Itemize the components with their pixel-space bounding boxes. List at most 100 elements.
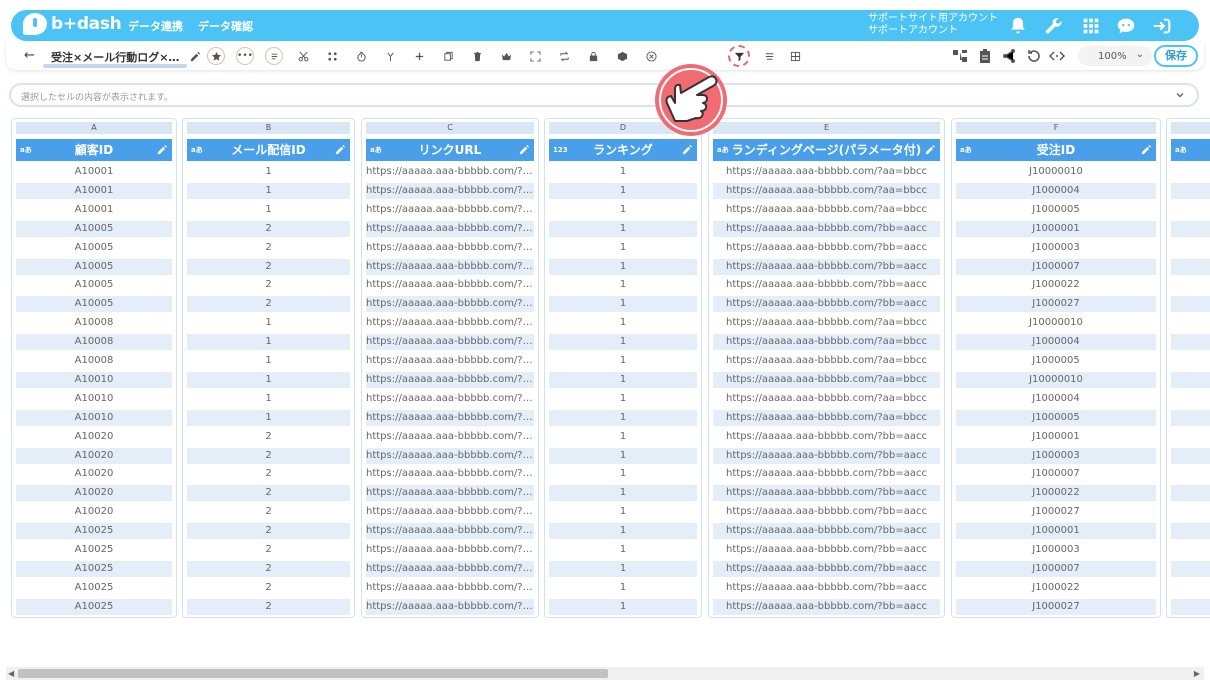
- pencil-icon[interactable]: [682, 144, 693, 155]
- cell-content-bar[interactable]: 選択したセルの内容が表示されます。: [9, 83, 1199, 107]
- bell-icon[interactable]: [1007, 15, 1029, 37]
- table-cell[interactable]: [1171, 296, 1210, 313]
- account-info[interactable]: サポートサイト用アカウント サポートアカウント: [868, 13, 998, 37]
- table-cell[interactable]: A10008: [16, 315, 172, 331]
- table-cell[interactable]: https://aaaaa.aaa-bbbbb.com/?bb=aacc: [713, 240, 940, 256]
- table-cell[interactable]: [1171, 598, 1210, 615]
- table-cell[interactable]: [1171, 504, 1210, 520]
- pencil-icon[interactable]: [157, 144, 168, 155]
- table-cell[interactable]: 2: [187, 296, 350, 313]
- table-cell[interactable]: J1000007: [956, 560, 1156, 577]
- table-cell[interactable]: https://aaaaa.aaa-bbbbb.com/?bb=aacc: [713, 560, 940, 577]
- scrollbar-thumb[interactable]: [18, 669, 608, 678]
- table-cell[interactable]: 1: [549, 258, 697, 275]
- table-cell[interactable]: https://aaaaa.aaa-bbbbb.com/?bb...: [366, 542, 534, 558]
- expand-button[interactable]: [526, 47, 544, 65]
- table-cell[interactable]: 1: [549, 542, 697, 558]
- table-cell[interactable]: A10001: [16, 182, 172, 199]
- table-cell[interactable]: A10008: [16, 334, 172, 351]
- table-cell[interactable]: https://aaaaa.aaa-bbbbb.com/?aa=bbcc: [713, 371, 940, 388]
- share-icon[interactable]: [1001, 48, 1017, 64]
- table-cell[interactable]: A10005: [16, 258, 172, 275]
- table-cell[interactable]: https://aaaaa.aaa-bbbbb.com/?aa...: [366, 202, 534, 218]
- app-logo[interactable]: b+dash: [23, 13, 122, 35]
- table-cell[interactable]: 1: [187, 371, 350, 388]
- table-cell[interactable]: A10020: [16, 466, 172, 482]
- clipboard-icon[interactable]: [977, 48, 993, 64]
- table-cell[interactable]: [1171, 258, 1210, 275]
- table-cell[interactable]: A10025: [16, 523, 172, 540]
- table-cell[interactable]: J10000010: [956, 164, 1156, 180]
- table-cell[interactable]: 2: [187, 580, 350, 596]
- chevron-down-icon[interactable]: [1173, 88, 1187, 102]
- column-letter[interactable]: B: [187, 122, 350, 134]
- table-cell[interactable]: A10020: [16, 504, 172, 520]
- table-cell[interactable]: J1000004: [956, 391, 1156, 407]
- table-cell[interactable]: 1: [549, 429, 697, 445]
- table-cell[interactable]: 1: [187, 315, 350, 331]
- table-cell[interactable]: [1171, 447, 1210, 464]
- table-cell[interactable]: [1171, 334, 1210, 351]
- table-cell[interactable]: J10000010: [956, 371, 1156, 388]
- table-cell[interactable]: [1171, 240, 1210, 256]
- crown-button[interactable]: [497, 47, 515, 65]
- table-cell[interactable]: https://aaaaa.aaa-bbbbb.com/?bb...: [366, 485, 534, 502]
- table-cell[interactable]: https://aaaaa.aaa-bbbbb.com/?aa...: [366, 164, 534, 180]
- table-cell[interactable]: J1000005: [956, 353, 1156, 369]
- table-cell[interactable]: https://aaaaa.aaa-bbbbb.com/?bb=aacc: [713, 485, 940, 502]
- table-cell[interactable]: J1000027: [956, 296, 1156, 313]
- table-cell[interactable]: 2: [187, 542, 350, 558]
- table-cell[interactable]: J1000001: [956, 220, 1156, 237]
- table-cell[interactable]: [1171, 353, 1210, 369]
- list-button[interactable]: [265, 47, 283, 65]
- table-cell[interactable]: https://aaaaa.aaa-bbbbb.com/?bb=aacc: [713, 504, 940, 520]
- table-cell[interactable]: [1171, 315, 1210, 331]
- table-cell[interactable]: 1: [549, 447, 697, 464]
- table-cell[interactable]: https://aaaaa.aaa-bbbbb.com/?bb=aacc: [713, 277, 940, 293]
- table-cell[interactable]: https://aaaaa.aaa-bbbbb.com/?bb=aacc: [713, 429, 940, 445]
- table-cell[interactable]: https://aaaaa.aaa-bbbbb.com/?bb=aacc: [713, 542, 940, 558]
- table-cell[interactable]: https://aaaaa.aaa-bbbbb.com/?bb...: [366, 580, 534, 596]
- package-button[interactable]: [613, 47, 631, 65]
- table-cell[interactable]: 1: [549, 277, 697, 293]
- table-cell[interactable]: https://aaaaa.aaa-bbbbb.com/?bb=aacc: [713, 523, 940, 540]
- table-cell[interactable]: https://aaaaa.aaa-bbbbb.com/?aa=bbcc: [713, 391, 940, 407]
- table-cell[interactable]: 1: [187, 353, 350, 369]
- scroll-left-icon[interactable]: ◀: [8, 669, 14, 678]
- table-cell[interactable]: J1000027: [956, 504, 1156, 520]
- table-cell[interactable]: [1171, 580, 1210, 596]
- table-cell[interactable]: J1000005: [956, 409, 1156, 426]
- table-cell[interactable]: https://aaaaa.aaa-bbbbb.com/?bb=aacc: [713, 220, 940, 237]
- scroll-right-icon[interactable]: ▶: [1194, 669, 1200, 678]
- save-button[interactable]: 保存: [1154, 45, 1198, 67]
- table-cell[interactable]: 1: [549, 485, 697, 502]
- table-cell[interactable]: 1: [187, 182, 350, 199]
- column-letter[interactable]: [1171, 122, 1210, 134]
- more-button[interactable]: •••: [236, 47, 254, 65]
- table-cell[interactable]: [1171, 523, 1210, 540]
- table-cell[interactable]: 1: [549, 504, 697, 520]
- table-cell[interactable]: J1000001: [956, 429, 1156, 445]
- table-cell[interactable]: [1171, 220, 1210, 237]
- table-cell[interactable]: A10025: [16, 560, 172, 577]
- column-letter[interactable]: A: [16, 122, 172, 134]
- zoom-select[interactable]: 100% ⌄: [1078, 46, 1152, 66]
- table-cell[interactable]: 2: [187, 220, 350, 237]
- copy-button[interactable]: [439, 47, 457, 65]
- table-cell[interactable]: https://aaaaa.aaa-bbbbb.com/?bb...: [366, 504, 534, 520]
- table-cell[interactable]: [1171, 485, 1210, 502]
- column-letter[interactable]: C: [366, 122, 534, 134]
- table-cell[interactable]: J1000022: [956, 277, 1156, 293]
- table-cell[interactable]: A10005: [16, 240, 172, 256]
- table-cell[interactable]: 1: [549, 202, 697, 218]
- table-cell[interactable]: J1000004: [956, 182, 1156, 199]
- column-header[interactable]: 123 ランキング: [549, 139, 697, 161]
- table-cell[interactable]: [1171, 164, 1210, 180]
- table-cell[interactable]: 2: [187, 240, 350, 256]
- table-cell[interactable]: 2: [187, 258, 350, 275]
- table-cell[interactable]: J1000003: [956, 240, 1156, 256]
- favorite-button[interactable]: [207, 47, 225, 65]
- table-cell[interactable]: https://aaaaa.aaa-bbbbb.com/?bb...: [366, 466, 534, 482]
- table-cell[interactable]: A10005: [16, 220, 172, 237]
- table-cell[interactable]: A10025: [16, 580, 172, 596]
